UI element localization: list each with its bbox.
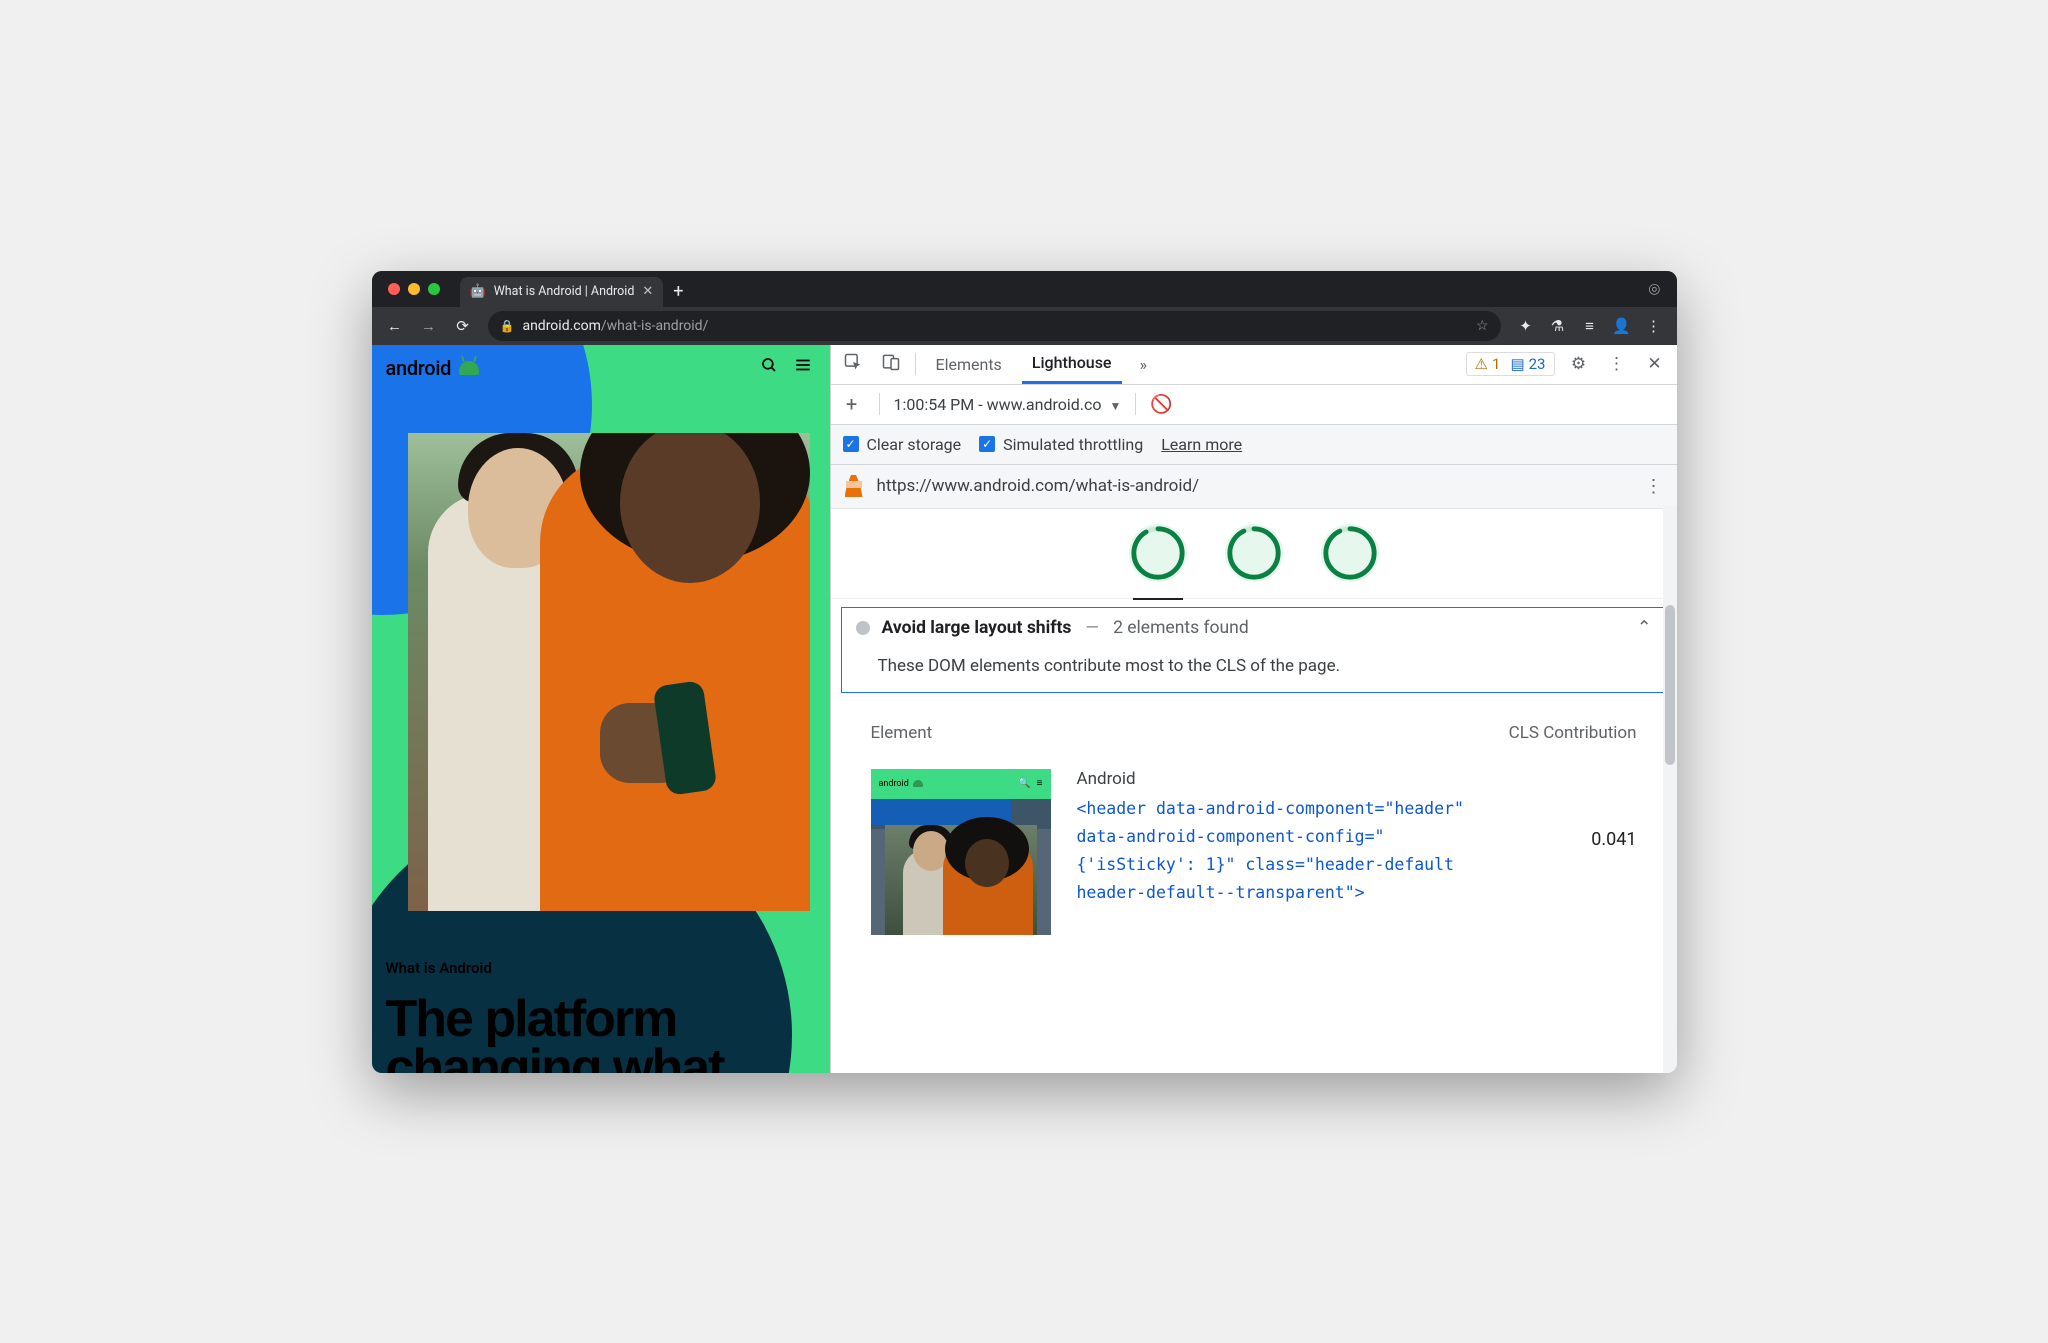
forward-button[interactable]: → bbox=[414, 311, 444, 341]
warning-icon: ⚠ bbox=[1475, 355, 1488, 373]
browser-window: 🤖 What is Android | Android ✕ + ◎ ← → ⟳ … bbox=[372, 271, 1677, 1073]
remote-target-icon[interactable]: ◎ bbox=[1648, 271, 1668, 307]
audited-url-bar: https://www.android.com/what-is-android/… bbox=[831, 465, 1677, 509]
maximize-window-button[interactable] bbox=[428, 283, 440, 295]
tab-lighthouse[interactable]: Lighthouse bbox=[1022, 344, 1122, 384]
score-gauge-3[interactable]: 93 bbox=[1321, 524, 1379, 582]
warning-count: 1 bbox=[1492, 355, 1500, 373]
audit-title: Avoid large layout shifts bbox=[882, 618, 1072, 638]
browser-tab[interactable]: 🤖 What is Android | Android ✕ bbox=[460, 277, 664, 307]
audit-status-dot-icon bbox=[856, 621, 870, 635]
lighthouse-run-bar: + 1:00:54 PM - www.android.co ▼ 🚫 bbox=[831, 385, 1677, 425]
score-gauge-1[interactable]: 92 bbox=[1129, 524, 1187, 582]
cls-value: 0.041 bbox=[1517, 769, 1637, 850]
snippet-code: <header data-android-component="header" … bbox=[1077, 799, 1464, 902]
element-name: Android bbox=[1077, 769, 1491, 789]
hero-title: The platform changing what bbox=[386, 995, 816, 1073]
reload-button[interactable]: ⟳ bbox=[448, 311, 478, 341]
devtools-tab-bar: Elements Lighthouse » ⚠1 ▤ 23 ⚙ ⋮ ✕ bbox=[831, 345, 1677, 385]
new-tab-button[interactable]: + bbox=[663, 277, 693, 307]
checkbox-checked-icon: ✓ bbox=[843, 436, 859, 452]
devtools-panel: Elements Lighthouse » ⚠1 ▤ 23 ⚙ ⋮ ✕ + 1:0… bbox=[830, 345, 1677, 1073]
simulated-throttling-checkbox[interactable]: ✓ Simulated throttling bbox=[979, 435, 1143, 454]
cls-table: Element CLS Contribution android 🔍≡ bbox=[871, 715, 1637, 935]
report-menu-icon[interactable]: ⋮ bbox=[1645, 476, 1663, 497]
score-gauge-2[interactable]: 93 bbox=[1225, 524, 1283, 582]
element-description: Android <header data-android-component="… bbox=[1077, 769, 1491, 907]
clear-storage-label: Clear storage bbox=[867, 435, 962, 454]
issue-counters[interactable]: ⚠1 ▤ 23 bbox=[1466, 352, 1555, 376]
back-button[interactable]: ← bbox=[380, 311, 410, 341]
new-report-button[interactable]: + bbox=[839, 392, 865, 416]
minimize-window-button[interactable] bbox=[408, 283, 420, 295]
clear-report-icon[interactable]: 🚫 bbox=[1150, 394, 1172, 415]
android-robot-icon bbox=[459, 361, 479, 375]
simulated-throttling-label: Simulated throttling bbox=[1003, 435, 1143, 454]
profile-icon[interactable]: 👤 bbox=[1607, 311, 1637, 341]
tab-title: What is Android | Android bbox=[494, 284, 635, 299]
lighthouse-icon bbox=[845, 475, 863, 497]
audit-description: These DOM elements contribute most to th… bbox=[842, 648, 1666, 692]
devtools-menu-icon[interactable]: ⋮ bbox=[1603, 354, 1631, 374]
lighthouse-options: ✓ Clear storage ✓ Simulated throttling L… bbox=[831, 425, 1677, 465]
browser-toolbar: ← → ⟳ 🔒 android.com/what-is-android/ ☆ ✦… bbox=[372, 307, 1677, 345]
device-toolbar-icon[interactable] bbox=[877, 352, 905, 377]
url-host: android.com bbox=[522, 318, 600, 334]
report-label: 1:00:54 PM - www.android.co bbox=[894, 395, 1102, 414]
address-bar[interactable]: 🔒 android.com/what-is-android/ ☆ bbox=[488, 311, 1501, 341]
table-row: android 🔍≡ Android bbox=[871, 769, 1637, 935]
lock-icon: 🔒 bbox=[500, 319, 515, 333]
score-gauges: 92 93 93 bbox=[831, 509, 1677, 599]
audited-url: https://www.android.com/what-is-android/ bbox=[877, 476, 1200, 496]
element-snippet[interactable]: <header data-android-component="header" … bbox=[1077, 795, 1491, 907]
col-cls: CLS Contribution bbox=[1497, 723, 1637, 743]
learn-more-link[interactable]: Learn more bbox=[1161, 435, 1242, 454]
reading-list-icon[interactable]: ≡ bbox=[1575, 311, 1605, 341]
table-header: Element CLS Contribution bbox=[871, 715, 1637, 769]
chrome-menu-icon[interactable]: ⋮ bbox=[1639, 311, 1669, 341]
audit-avoid-large-layout-shifts: Avoid large layout shifts — 2 elements f… bbox=[841, 607, 1667, 693]
rendered-page: android What is And bbox=[372, 345, 830, 1073]
extensions-icon[interactable]: ✦ bbox=[1511, 311, 1541, 341]
labs-icon[interactable]: ⚗ bbox=[1543, 311, 1573, 341]
message-icon: ▤ bbox=[1510, 355, 1524, 373]
hero-text: What is Android The platform changing wh… bbox=[386, 959, 816, 1073]
scrollbar-thumb[interactable] bbox=[1665, 605, 1675, 765]
lighthouse-report: https://www.android.com/what-is-android/… bbox=[831, 465, 1677, 1073]
brand-wordmark: android bbox=[386, 356, 452, 380]
close-tab-button[interactable]: ✕ bbox=[642, 284, 653, 299]
tab-elements[interactable]: Elements bbox=[926, 344, 1012, 384]
android-favicon-icon: 🤖 bbox=[470, 284, 486, 299]
chevron-down-icon: ▼ bbox=[1109, 399, 1121, 413]
col-element: Element bbox=[871, 723, 1497, 743]
site-search-icon[interactable] bbox=[756, 356, 782, 379]
clear-storage-checkbox[interactable]: ✓ Clear storage bbox=[843, 435, 962, 454]
element-thumbnail: android 🔍≡ bbox=[871, 769, 1051, 935]
android-robot-icon bbox=[913, 780, 923, 787]
tab-strip: 🤖 What is Android | Android ✕ + ◎ bbox=[372, 271, 1677, 307]
site-header: android bbox=[372, 345, 830, 391]
audit-subtitle: 2 elements found bbox=[1113, 618, 1249, 638]
window-controls bbox=[380, 271, 448, 307]
message-count: 23 bbox=[1529, 355, 1546, 373]
toolbar-right: ✦ ⚗ ≡ 👤 ⋮ bbox=[1511, 311, 1669, 341]
checkbox-checked-icon: ✓ bbox=[979, 436, 995, 452]
content-area: android What is And bbox=[372, 345, 1677, 1073]
more-tabs-icon[interactable]: » bbox=[1132, 355, 1156, 374]
site-menu-icon[interactable] bbox=[790, 356, 816, 379]
bookmark-star-icon[interactable]: ☆ bbox=[1476, 318, 1489, 334]
hero-image bbox=[408, 433, 810, 911]
devtools-scrollbar[interactable] bbox=[1663, 505, 1677, 1073]
inspect-element-icon[interactable] bbox=[839, 352, 867, 377]
hero-eyebrow: What is Android bbox=[386, 959, 816, 977]
close-window-button[interactable] bbox=[388, 283, 400, 295]
url-path: /what-is-android/ bbox=[601, 318, 708, 334]
close-devtools-icon[interactable]: ✕ bbox=[1641, 354, 1669, 374]
person-right bbox=[540, 453, 810, 911]
chevron-up-icon: ⌃ bbox=[1637, 618, 1652, 638]
thumb-brand: android bbox=[879, 779, 909, 789]
audit-header[interactable]: Avoid large layout shifts — 2 elements f… bbox=[842, 608, 1666, 648]
report-selector[interactable]: 1:00:54 PM - www.android.co ▼ bbox=[894, 395, 1122, 414]
settings-gear-icon[interactable]: ⚙ bbox=[1565, 354, 1593, 374]
